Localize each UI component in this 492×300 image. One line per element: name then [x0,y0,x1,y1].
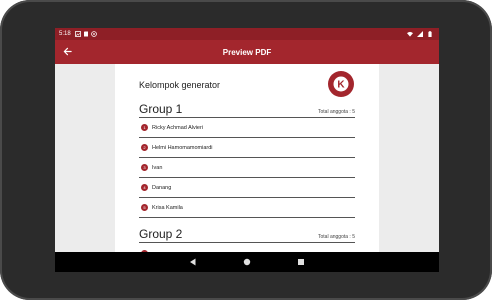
member-name: Ricky Achmad Alvieri [152,124,204,131]
member-row: 4 Danang [139,178,355,198]
back-triangle-icon [190,258,196,266]
nav-home-button[interactable] [242,257,252,267]
member-row: 5 Krisa Kamila [139,198,355,218]
document-title: Kelompok generator [139,80,221,90]
group-header: Group 2 Total anggota : 5 [139,227,355,243]
group-total: Total anggota : 5 [318,109,355,115]
svg-text:K: K [337,80,345,91]
app-bar: Preview PDF [55,40,439,64]
status-bar: 5:18 [55,28,439,40]
member-row: 3 Ivan [139,158,355,178]
pdf-page: Kelompok generator K Group 1 Total anggo… [115,64,379,252]
battery-icon [427,31,433,37]
app-logo: K [328,71,354,97]
group-section: Group 2 Total anggota : 5 [139,227,355,252]
group-total: Total anggota : 5 [318,234,355,240]
sd-card-icon [83,31,89,37]
member-row: 1 Ricky Achmad Alvieri [139,118,355,138]
member-row-partial [139,243,355,252]
navigation-bar [55,252,439,272]
member-number-badge: 3 [141,164,148,171]
group-header: Group 1 Total anggota : 5 [139,102,355,118]
group-name: Group 1 [139,102,183,116]
wifi-icon [407,31,413,37]
logo-k-icon: K [333,76,349,92]
status-time: 5:18 [59,31,71,37]
group-name: Group 2 [139,227,183,241]
member-number-badge: 2 [141,144,148,151]
arrow-back-icon [63,43,72,61]
at-sign-icon [90,31,97,37]
home-circle-icon [243,258,251,266]
member-name: Helmi Hamomamomiardi [152,144,213,151]
member-row: 2 Helmi Hamomamomiardi [139,138,355,158]
member-number-badge: 1 [141,124,148,131]
group-section: Group 1 Total anggota : 5 1 Ricky Achmad… [139,102,355,218]
pdf-preview-area[interactable]: Kelompok generator K Group 1 Total anggo… [55,64,439,252]
device-screen: 5:18 Preview PDF Kelompok generator K Gr… [55,28,439,272]
signal-icon [417,31,423,37]
member-name: Danang [152,184,172,191]
member-number-badge: 4 [141,184,148,191]
member-number-badge: 5 [141,204,148,211]
gallery-icon [74,31,81,37]
back-button[interactable] [55,40,79,64]
page-title: Preview PDF [222,47,272,57]
member-name: Krisa Kamila [152,204,183,211]
recents-square-icon [298,259,304,265]
member-name: Ivan [152,164,163,171]
nav-back-button[interactable] [188,257,198,267]
nav-recents-button[interactable] [296,257,306,267]
